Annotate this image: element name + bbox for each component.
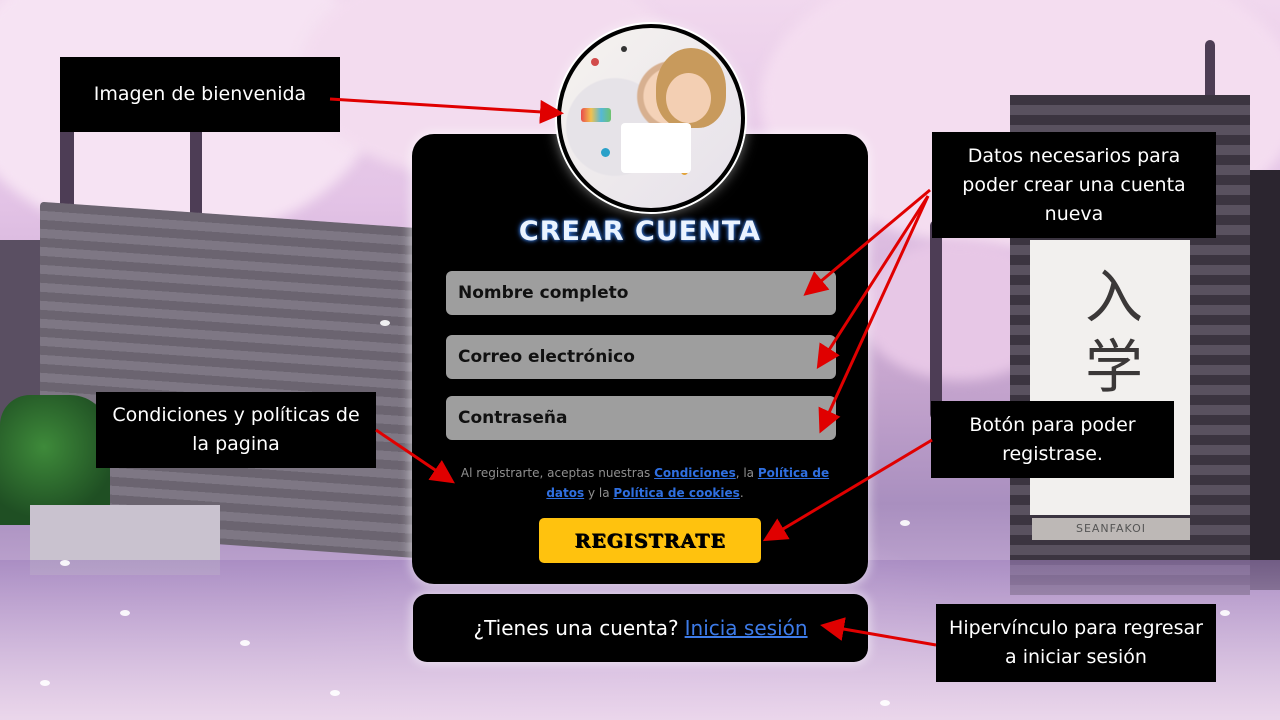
petal	[1220, 610, 1230, 616]
conditions-link[interactable]: Condiciones	[654, 466, 736, 480]
annotation-conditions: Condiciones y políticas de la pagina	[96, 392, 376, 468]
face	[666, 73, 711, 123]
full-name-placeholder: Nombre completo	[458, 283, 629, 303]
terms-prefix: Al registrarte, aceptas nuestras	[460, 466, 651, 480]
annotation-text: Condiciones y políticas de	[112, 404, 360, 426]
annotation-required-data: Datos necesarios para poder crear una cu…	[932, 132, 1216, 238]
annotation-text: la pagina	[192, 433, 280, 455]
annotation-register-button: Botón para poder registrase.	[931, 401, 1174, 478]
annotation-text: Botón para poder	[969, 413, 1136, 436]
welcome-image	[557, 24, 745, 212]
annotation-login-link: Hipervínculo para regresar a iniciar ses…	[936, 604, 1216, 682]
confetti-dot	[601, 148, 610, 157]
email-placeholder: Correo electrónico	[458, 347, 635, 367]
cookie-policy-link[interactable]: Política de cookies	[613, 486, 739, 500]
annotation-welcome-image: Imagen de bienvenida	[60, 57, 340, 132]
confetti-dot	[591, 58, 599, 66]
annotation-text: Hipervínculo para regresar	[949, 617, 1203, 639]
confetti-dot	[621, 46, 627, 52]
annotation-text: a iniciar sesión	[1005, 646, 1147, 668]
gate-post	[1250, 170, 1280, 590]
terms-suffix: .	[739, 486, 744, 500]
petal	[240, 640, 250, 646]
petal	[60, 560, 70, 566]
confetti-dot	[581, 108, 611, 122]
petal	[380, 320, 390, 326]
petal	[40, 680, 50, 686]
sign-plate: SEANFAKOI	[1032, 518, 1190, 540]
annotation-text: registrase.	[1002, 442, 1103, 465]
full-name-input[interactable]: Nombre completo	[446, 271, 836, 315]
terms-sep2: y la	[587, 486, 610, 500]
password-input[interactable]: Contraseña	[446, 396, 836, 440]
password-placeholder: Contraseña	[458, 408, 568, 428]
email-input[interactable]: Correo electrónico	[446, 335, 836, 379]
sign-kanji: 学	[1085, 333, 1144, 401]
drawing-paper	[621, 123, 691, 173]
annotation-text: nueva	[1044, 202, 1104, 225]
petal	[120, 610, 130, 616]
tree-trunk	[930, 220, 942, 420]
annotation-text: Datos necesarios para	[967, 144, 1181, 167]
petal	[880, 700, 890, 706]
terms-sep1: , la	[735, 466, 755, 480]
petal	[330, 690, 340, 696]
terms-text: Al registrarte, aceptas nuestras Condici…	[460, 463, 830, 503]
login-link[interactable]: Inicia sesión	[685, 616, 808, 640]
annotation-text: Imagen de bienvenida	[93, 83, 307, 105]
annotation-text: poder crear una cuenta	[962, 173, 1186, 196]
petal	[900, 520, 910, 526]
login-prompt-text: ¿Tienes una cuenta?	[473, 616, 679, 640]
register-button[interactable]: REGISTRATE	[539, 518, 761, 563]
login-prompt-card: ¿Tienes una cuenta? Inicia sesión	[413, 594, 868, 662]
form-title: CREAR CUENTA	[518, 216, 762, 247]
